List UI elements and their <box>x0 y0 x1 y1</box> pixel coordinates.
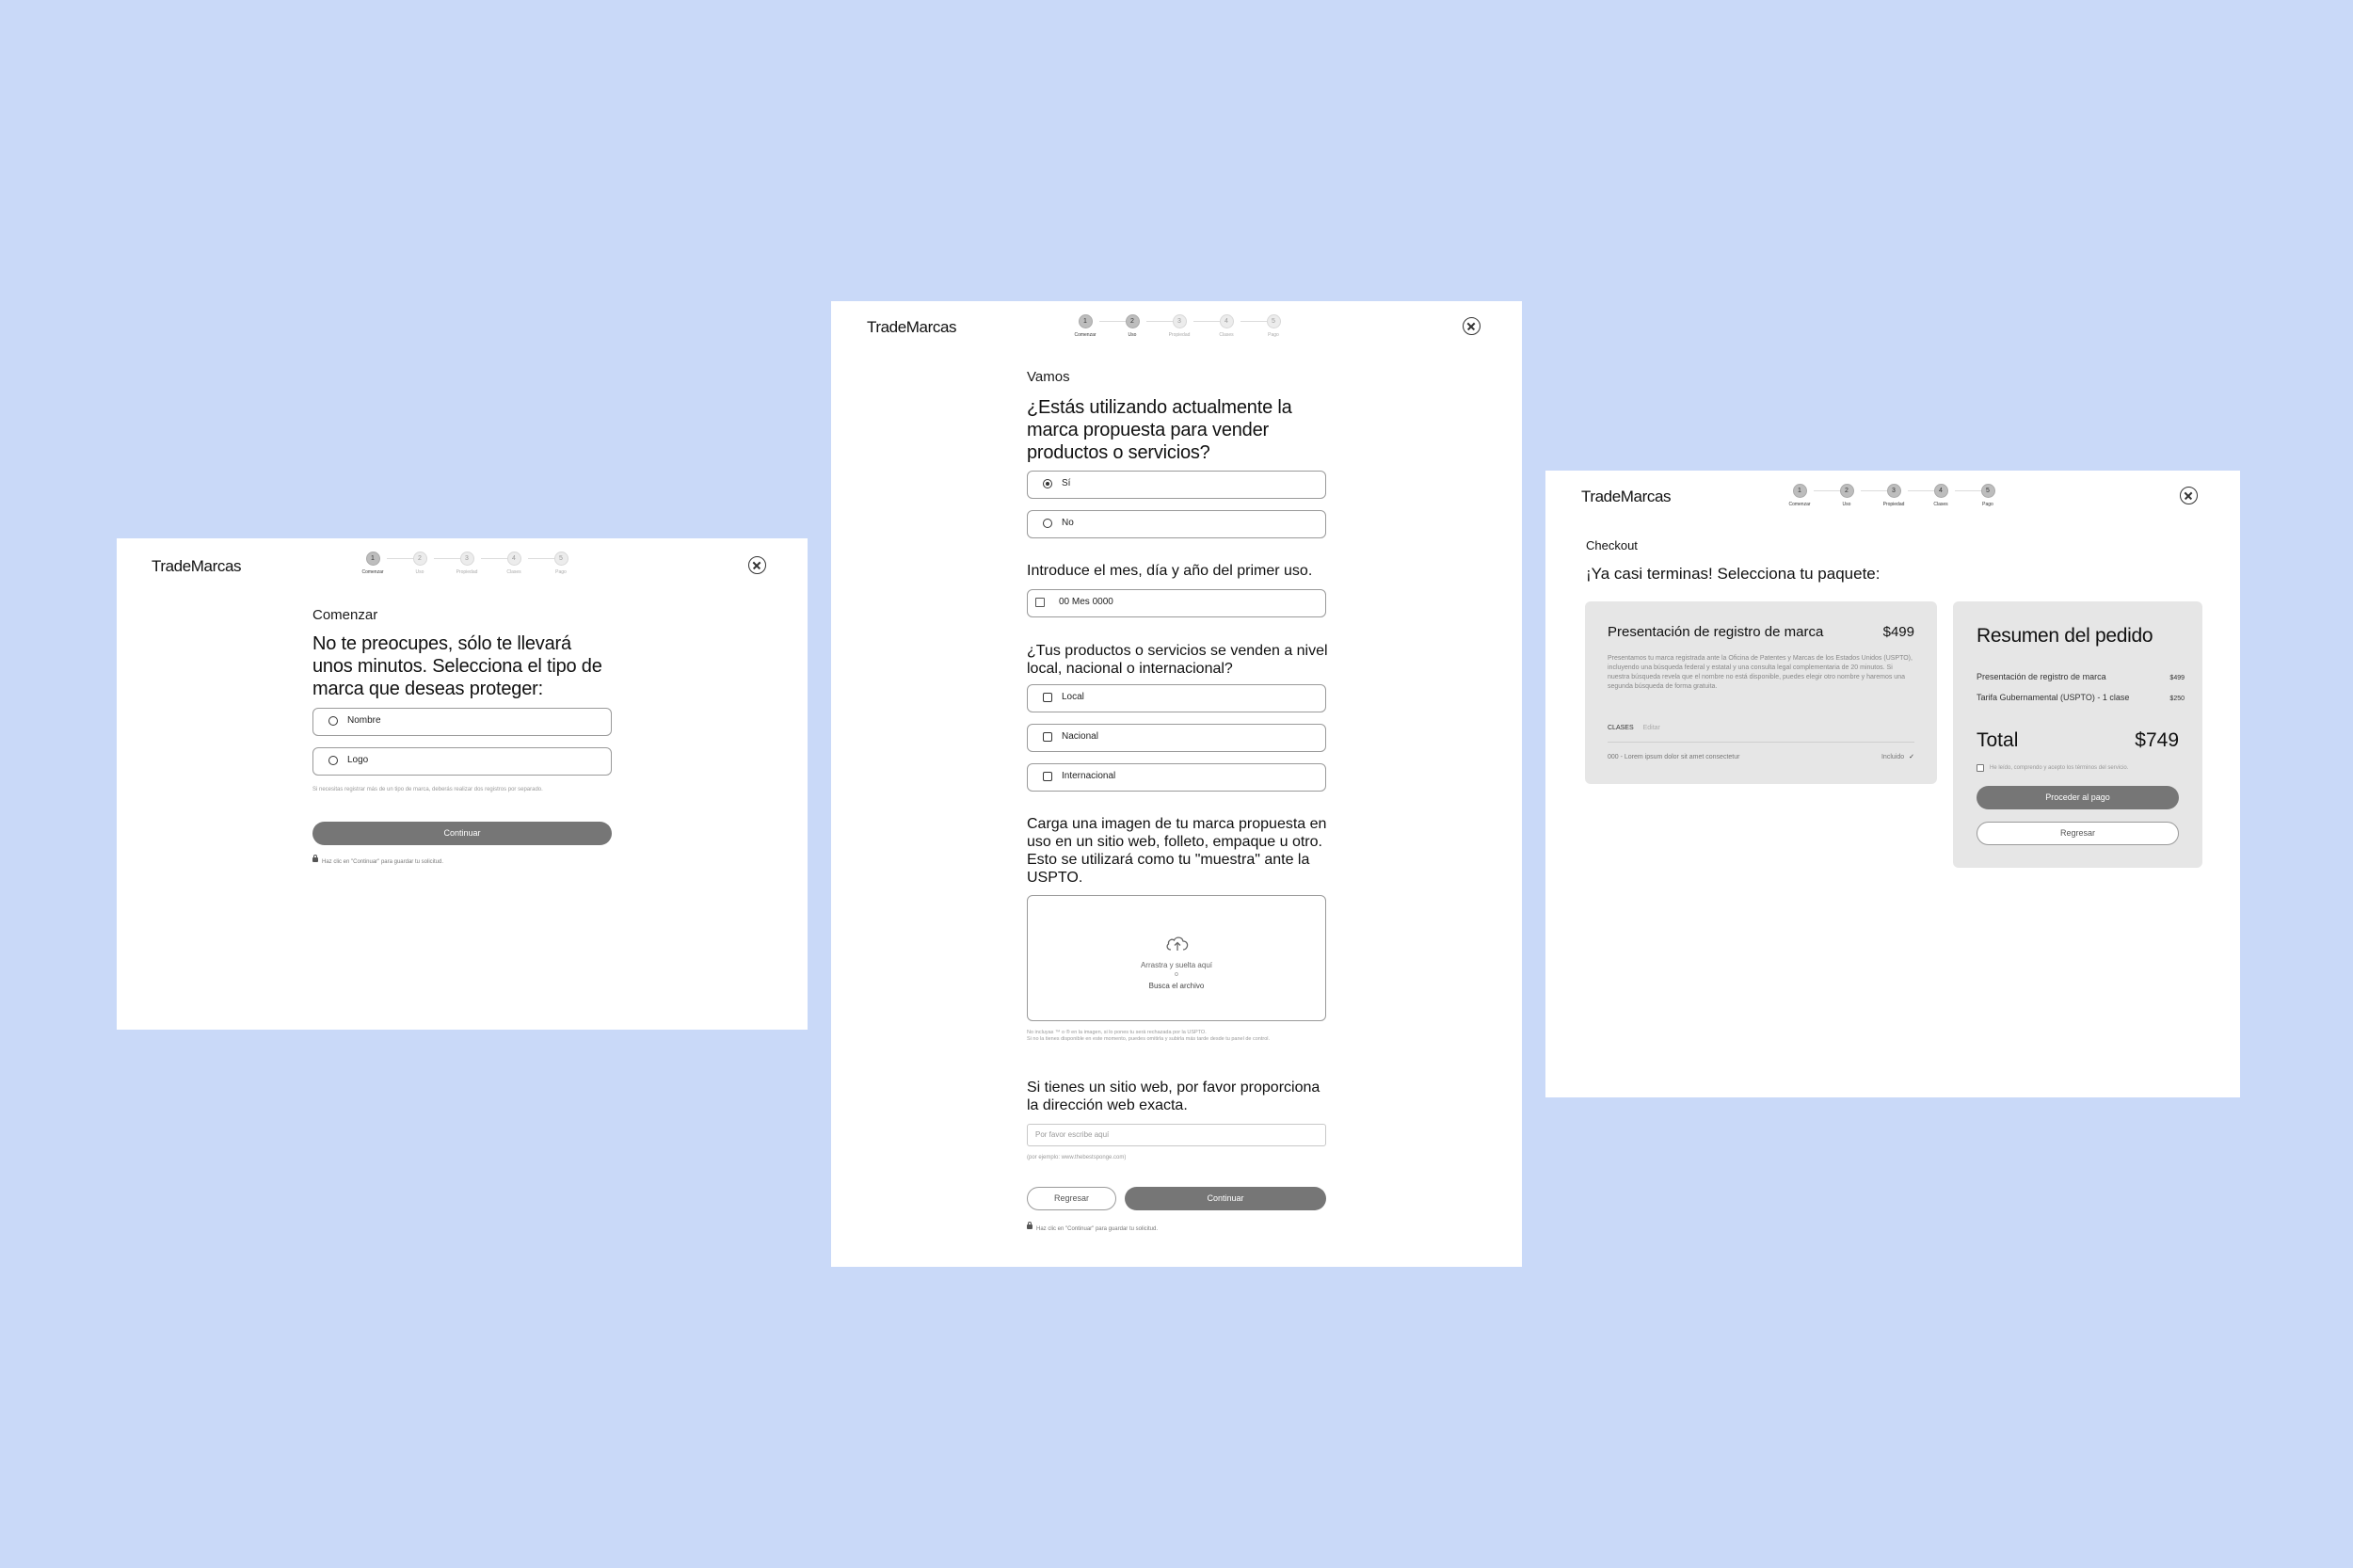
page-heading: No te preocupes, sólo te llevará unos mi… <box>312 633 602 699</box>
checkbox-icon <box>1043 693 1052 702</box>
option-nombre[interactable]: Nombre <box>312 708 612 736</box>
option-nacional[interactable]: Nacional <box>1027 724 1326 752</box>
website-example: (por ejemplo: www.thebestsponge.com) <box>1027 1155 1127 1160</box>
summary-title: Resumen del pedido <box>1977 625 2153 647</box>
progress-stepper: 1 Comenzar 2 Uso 3 Propiedad 4 Clases 5 Pago <box>359 552 568 580</box>
lock-icon <box>312 855 318 862</box>
step-propiedad: 3 Propiedad <box>453 552 481 575</box>
terms-checkbox[interactable]: He leído, comprendo y acepto los término… <box>1977 764 2128 772</box>
checkbox-icon <box>1977 764 1984 772</box>
step-propiedad: 3 Propiedad <box>1880 484 1908 507</box>
brand-logo: TradeMarcas <box>152 557 242 575</box>
save-note: Haz clic en "Continuar" para guardar tu … <box>312 855 443 866</box>
screen-start: TradeMarcas 1 Comenzar 2 Uso 3 Propiedad 4C… <box>117 538 808 1030</box>
step-uso: 2 Uso <box>406 552 434 575</box>
checkbox-icon <box>1043 772 1052 781</box>
step-uso: 2 Uso <box>1833 484 1861 507</box>
step-propiedad: 3 Propiedad <box>1165 314 1193 338</box>
step-clases: 4 Clases <box>1212 314 1241 338</box>
summary-line-amount: $499 <box>2169 675 2185 681</box>
upload-dropzone[interactable]: Arrastra y suelta aquí o Busca el archiv… <box>1027 895 1326 1021</box>
summary-line-amount: $250 <box>2169 696 2185 702</box>
step-comenzar: 1 Comenzar <box>1071 314 1099 338</box>
continue-button[interactable]: Continuar <box>1125 1187 1326 1210</box>
upload-question: Carga una imagen de tu marca propuesta e… <box>1027 816 1327 886</box>
radio-icon <box>1043 519 1052 528</box>
website-input[interactable]: Por favor escribe aquí <box>1027 1124 1326 1146</box>
step-clases: 4 Clases <box>500 552 528 575</box>
cloud-upload-icon <box>1166 936 1189 951</box>
progress-stepper: 1 Comenzar 2 Uso 3 Propiedad 4 Clases 5 Pago <box>1071 314 1281 343</box>
brand-logo: TradeMarcas <box>867 318 957 336</box>
section-eyebrow: Vamos <box>1027 369 1070 385</box>
browse-file-link[interactable]: Busca el archivo <box>1028 982 1325 990</box>
lock-icon <box>1027 1222 1032 1229</box>
save-note: Haz clic en "Continuar" para guardar tu … <box>1027 1222 1158 1233</box>
screen-checkout: TradeMarcas 1 Comenzar 2 Uso 3 Propiedad 4C… <box>1545 471 2240 1097</box>
first-use-date-field[interactable]: 00 Mes 0000 <box>1027 589 1326 617</box>
package-price: $499 <box>1882 624 1914 640</box>
check-icon: ✓ <box>1909 754 1914 760</box>
screen-usage: TradeMarcas 1 Comenzar 2 Uso 3 Propiedad 4C… <box>831 301 1522 1267</box>
close-icon[interactable] <box>2180 487 2198 504</box>
option-local[interactable]: Local <box>1027 684 1326 712</box>
page-heading: ¡Ya casi terminas! Selecciona tu paquete… <box>1586 565 1881 583</box>
calendar-icon <box>1035 598 1045 607</box>
section-eyebrow: Comenzar <box>312 607 378 623</box>
checkbox-icon <box>1043 732 1052 742</box>
page-heading: ¿Estás utilizando actualmente la marca p… <box>1027 397 1292 463</box>
option-logo[interactable]: Logo <box>312 747 612 776</box>
proceed-to-payment-button[interactable]: Proceder al pago <box>1977 786 2179 809</box>
step-clases: 4 Clases <box>1927 484 1955 507</box>
option-si[interactable]: Sí <box>1027 471 1326 499</box>
summary-line-label: Tarifa Gubernamental (USPTO) - 1 clase <box>1977 693 2130 702</box>
helper-note: Si necesitas registrar más de un tipo de… <box>312 787 543 792</box>
close-icon[interactable] <box>748 556 766 574</box>
date-question: Introduce el mes, día y año del primer u… <box>1027 563 1313 579</box>
step-pago: 5 Pago <box>547 552 575 575</box>
step-comenzar: 1 Comenzar <box>1785 484 1814 507</box>
step-pago: 5 Pago <box>1259 314 1288 338</box>
summary-line-label: Presentación de registro de marca <box>1977 672 2106 681</box>
class-item: 000 - Lorem ipsum dolor sit amet consect… <box>1608 754 1740 760</box>
section-eyebrow: Checkout <box>1586 538 1638 552</box>
classes-label: CLASES <box>1608 725 1634 731</box>
step-uso: 2 Uso <box>1118 314 1146 338</box>
option-internacional[interactable]: Internacional <box>1027 763 1326 792</box>
brand-logo: TradeMarcas <box>1581 488 1672 505</box>
edit-classes-link[interactable]: Editar <box>1643 725 1660 731</box>
included-label: Incluido <box>1881 754 1905 760</box>
scope-question: ¿Tus productos o servicios se venden a n… <box>1027 643 1328 677</box>
total-label: Total <box>1977 729 2019 751</box>
order-summary-card: Resumen del pedido Presentación de regis… <box>1953 601 2202 868</box>
web-question: Si tienes un sitio web, por favor propor… <box>1027 1080 1321 1113</box>
back-button[interactable]: Regresar <box>1977 822 2179 845</box>
step-pago: 5 Pago <box>1974 484 2002 507</box>
progress-stepper: 1 Comenzar 2 Uso 3 Propiedad 4 Clases 5 Pago <box>1785 484 1995 512</box>
package-description: Presentamos tu marca registrada ante la … <box>1608 655 1913 690</box>
radio-icon <box>328 716 338 726</box>
step-comenzar: 1 Comenzar <box>359 552 387 575</box>
package-title: Presentación de registro de marca <box>1608 624 1824 640</box>
package-card[interactable]: Presentación de registro de marca $499 P… <box>1585 601 1937 784</box>
total-value: $749 <box>2135 729 2179 751</box>
option-no[interactable]: No <box>1027 510 1326 538</box>
radio-selected-icon <box>1043 479 1052 488</box>
close-icon[interactable] <box>1463 317 1481 335</box>
upload-note: No incluyas ™ o ® en la imagen, si lo po… <box>1027 1030 1271 1042</box>
back-button[interactable]: Regresar <box>1027 1187 1116 1210</box>
continue-button[interactable]: Continuar <box>312 822 612 845</box>
radio-icon <box>328 756 338 765</box>
